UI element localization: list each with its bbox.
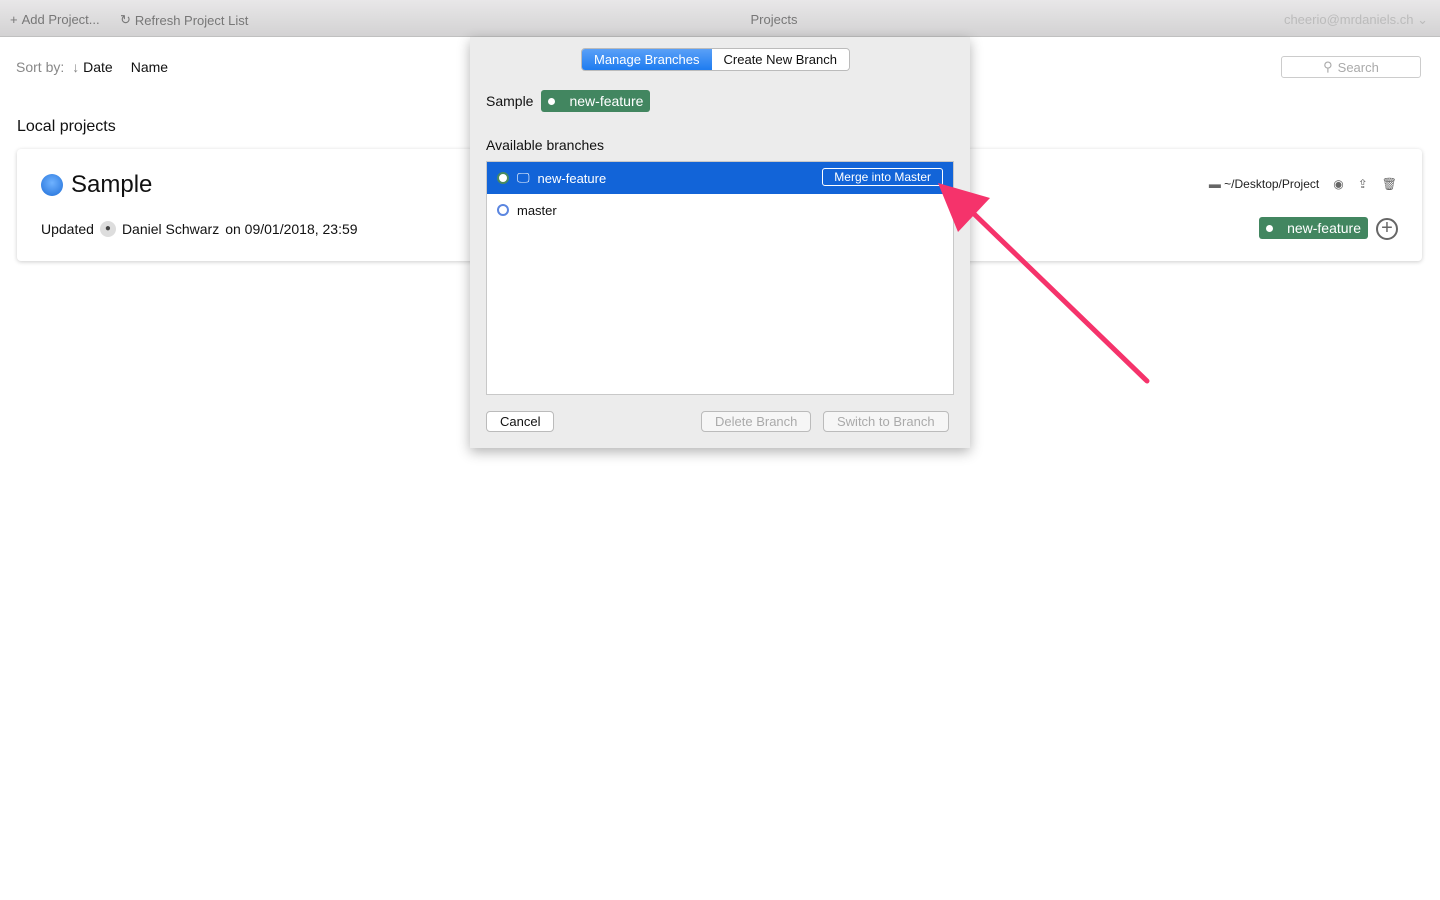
annotation-arrow [938, 183, 1150, 384]
